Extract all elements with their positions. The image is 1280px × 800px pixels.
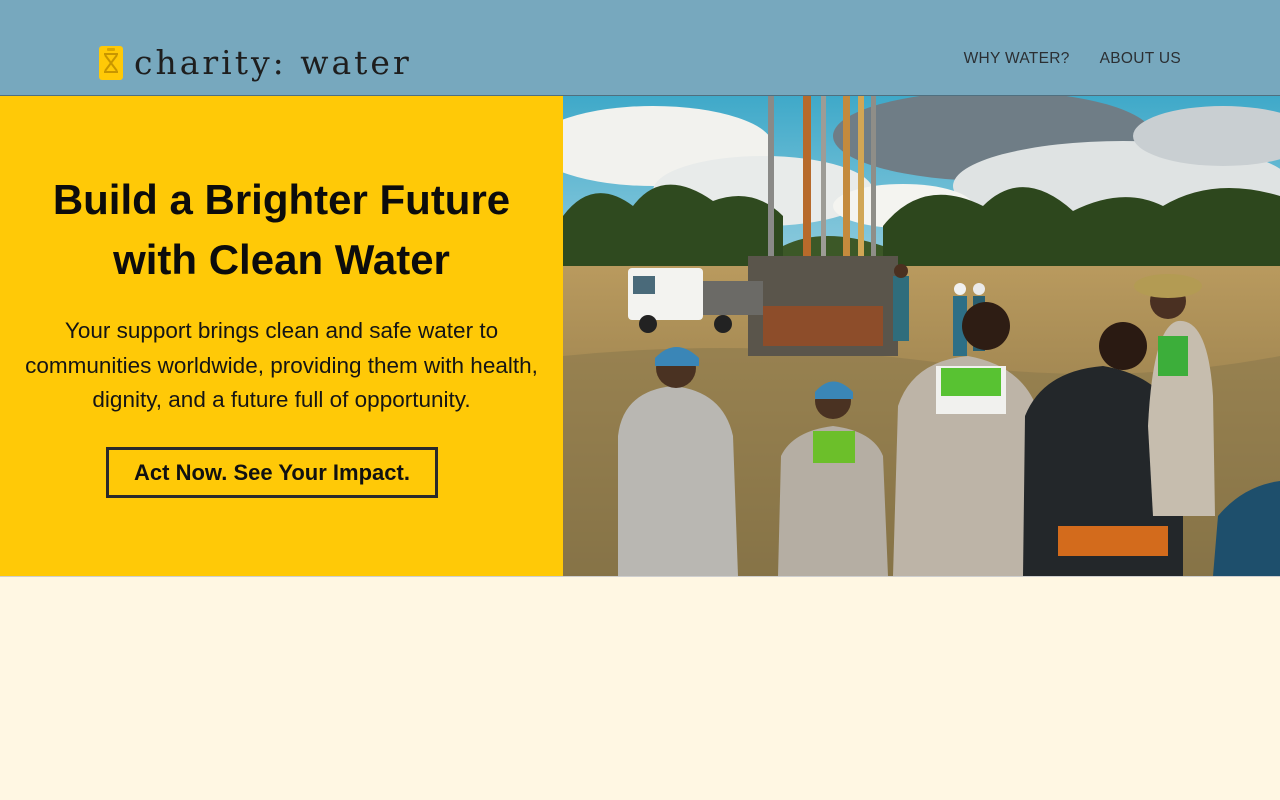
- hero-headline-line2: with Clean Water: [113, 236, 450, 283]
- jerry-can-icon: [99, 46, 123, 80]
- main-nav: WHY WATER? ABOUT US: [964, 49, 1181, 69]
- hero-bottom-divider: [0, 576, 1280, 577]
- well-drilling-photo: [563, 96, 1280, 576]
- nav-about-us[interactable]: ABOUT US: [1100, 49, 1181, 69]
- hero-headline: Build a Brighter Future with Clean Water: [0, 170, 563, 290]
- brand-name: charity: water: [134, 43, 412, 82]
- logo-link[interactable]: charity: water: [98, 44, 412, 82]
- nav-why-water[interactable]: WHY WATER?: [964, 49, 1070, 69]
- site-header: charity: water WHY WATER? ABOUT US: [0, 0, 1280, 96]
- hero-photo: [563, 96, 1280, 576]
- hero-headline-line1: Build a Brighter Future: [52, 176, 511, 223]
- act-now-button[interactable]: Act Now. See Your Impact.: [106, 447, 438, 498]
- hero-description: Your support brings clean and safe water…: [25, 318, 538, 412]
